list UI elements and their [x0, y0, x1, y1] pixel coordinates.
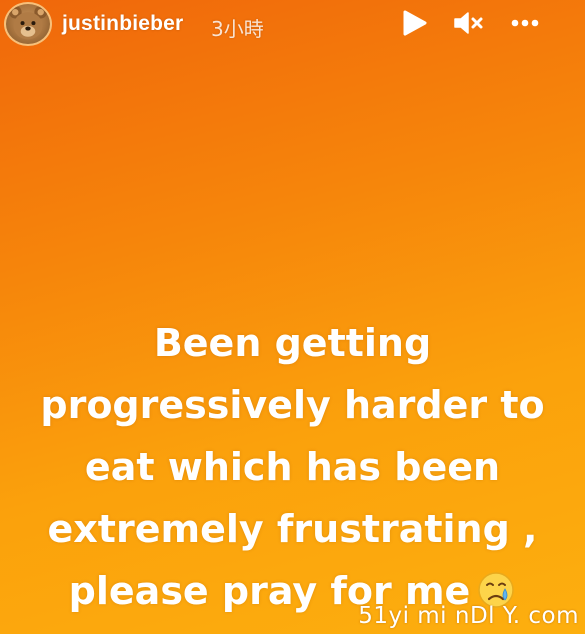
caption-line: Been getting — [153, 321, 432, 365]
watermark: 51yi mi nDl Y. com — [358, 603, 579, 629]
post-time: 3小時 — [211, 17, 264, 41]
caption-line: extremely frustrating , — [47, 507, 538, 551]
caption-line: eat which has been — [84, 445, 501, 489]
teddy-bear-avatar[interactable] — [4, 2, 52, 46]
story-caption: Been getting progressively harder to eat… — [0, 312, 585, 622]
caption-line: progressively harder to — [40, 383, 545, 427]
story-view[interactable]: justinbieber 3小時 Been getting progressiv… — [0, 0, 585, 634]
story-header: justinbieber 3小時 — [0, 0, 585, 54]
more-icon[interactable] — [508, 8, 542, 38]
mute-icon[interactable] — [451, 8, 485, 38]
play-icon[interactable] — [398, 8, 432, 38]
username[interactable]: justinbieber — [62, 12, 183, 36]
